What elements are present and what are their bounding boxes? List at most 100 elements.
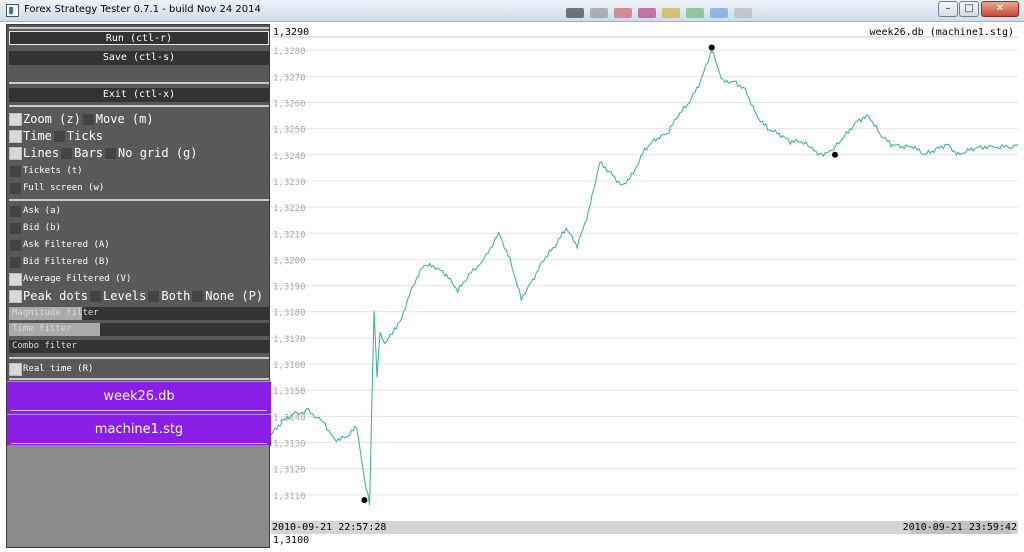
title-decoration: [566, 8, 752, 20]
no-grid-checkbox[interactable]: [104, 146, 118, 160]
bid-checkbox[interactable]: [9, 221, 22, 235]
none-checkbox[interactable]: [191, 289, 205, 303]
lines-label[interactable]: Lines: [23, 146, 59, 160]
y-tick-label: 1,3180: [273, 309, 306, 319]
ask-label[interactable]: Ask (a): [23, 206, 61, 216]
strategy-file-button[interactable]: machine1.stg: [7, 414, 271, 446]
time-label[interactable]: Time: [23, 129, 52, 143]
ask-checkbox[interactable]: [9, 204, 22, 218]
y-tick-label: 1,3220: [273, 204, 306, 214]
ticks-label[interactable]: Ticks: [67, 129, 103, 143]
average-filtered-row: Average Filtered (V): [9, 271, 132, 287]
database-file-button[interactable]: week26.db: [7, 381, 271, 413]
exit-button[interactable]: Exit (ctl-x): [9, 88, 269, 102]
chart-top-value: 1,3290: [273, 27, 310, 38]
close-icon[interactable]: ✕: [981, 1, 1019, 17]
bid-row: Bid (b): [9, 220, 62, 236]
bid-filtered-label[interactable]: Bid Filtered (B): [23, 257, 110, 267]
app-icon: [6, 4, 19, 17]
bars-checkbox[interactable]: [60, 146, 74, 160]
price-series-line: [271, 50, 1018, 506]
real-time-row: Real time (R): [9, 361, 94, 377]
tickets-checkbox[interactable]: [9, 164, 22, 178]
divider: [9, 199, 269, 201]
levels-checkbox[interactable]: [89, 289, 103, 303]
bid-filtered-row: Bid Filtered (B): [9, 254, 111, 270]
time-ticks-row: Time Ticks: [9, 128, 104, 144]
ask-filtered-row: Ask Filtered (A): [9, 237, 111, 253]
y-tick-label: 1,3210: [273, 230, 306, 240]
title-bar: Forex Strategy Tester 0.7.1 - build Nov …: [0, 0, 1024, 22]
y-tick-label: 1,3160: [273, 361, 306, 371]
y-tick-label: 1,3270: [273, 73, 306, 83]
divider: [9, 105, 269, 107]
zoom-move-row: Zoom (z) Move (m): [9, 111, 155, 127]
real-time-checkbox[interactable]: [9, 362, 22, 376]
combo-filter-label: Combo filter: [12, 341, 78, 351]
y-tick-label: 1,3240: [273, 152, 306, 162]
y-tick-label: 1,3260: [273, 99, 306, 109]
magnitude-filter-slider[interactable]: Magnitude filter: [9, 307, 269, 320]
ask-filtered-label[interactable]: Ask Filtered (A): [23, 240, 110, 250]
peak-dot: [361, 497, 368, 504]
y-tick-label: 1,3280: [273, 47, 306, 57]
divider: [9, 378, 269, 380]
no-grid-label[interactable]: No grid (g): [118, 146, 197, 160]
move-label[interactable]: Move (m): [96, 112, 154, 126]
y-tick-label: 1,3170: [273, 335, 306, 345]
zoom-checkbox[interactable]: [9, 112, 22, 126]
divider: [9, 82, 269, 84]
full-screen-label[interactable]: Full screen (w): [23, 183, 104, 193]
full-screen-checkbox[interactable]: [9, 181, 22, 195]
levels-label[interactable]: Levels: [103, 289, 146, 303]
peak-dot: [708, 44, 715, 51]
price-chart[interactable]: 1,3280 1,3270 1,3260 1,3250 1,3240 1,3230 1,32…: [271, 24, 1018, 548]
move-checkbox[interactable]: [81, 112, 95, 126]
y-tick-label: 1,3110: [273, 492, 306, 502]
lines-checkbox[interactable]: [9, 146, 22, 160]
peak-dots-label[interactable]: Peak dots: [23, 289, 88, 303]
ticks-checkbox[interactable]: [52, 129, 66, 143]
both-checkbox[interactable]: [147, 289, 161, 303]
divider: [9, 27, 269, 29]
both-label[interactable]: Both: [161, 289, 190, 303]
ask-row: Ask (a): [9, 203, 62, 219]
control-panel: Run (ctl-r) Save (ctl-s) Exit (ctl-x) Zo…: [6, 24, 271, 548]
peak-dots-checkbox[interactable]: [9, 289, 22, 303]
tickets-label[interactable]: Tickets (t): [23, 166, 83, 176]
ask-filtered-checkbox[interactable]: [9, 238, 22, 252]
average-filtered-label[interactable]: Average Filtered (V): [23, 274, 131, 284]
chart-title: week26.db (machine1.stg): [869, 27, 1015, 38]
maximize-icon[interactable]: □: [959, 1, 979, 17]
divider: [9, 357, 269, 359]
bars-label[interactable]: Bars: [74, 146, 103, 160]
average-filtered-checkbox[interactable]: [9, 272, 22, 286]
chart-area[interactable]: 1,3280 1,3270 1,3260 1,3250 1,3240 1,3230 1,32…: [271, 24, 1018, 548]
run-button[interactable]: Run (ctl-r): [9, 31, 269, 45]
peak-dot: [831, 151, 838, 158]
bid-filtered-checkbox[interactable]: [9, 255, 22, 269]
y-tick-label: 1,3130: [273, 440, 306, 450]
tickets-row: Tickets (t): [9, 163, 84, 179]
minimize-icon[interactable]: –: [938, 1, 958, 17]
y-tick-label: 1,3150: [273, 387, 306, 397]
real-time-label[interactable]: Real time (R): [23, 364, 93, 374]
chart-end-time: 2010-09-21 23:59:42: [902, 522, 1017, 533]
zoom-label[interactable]: Zoom (z): [23, 112, 81, 126]
chart-start-time: 2010-09-21 22:57:28: [272, 522, 387, 533]
bid-label[interactable]: Bid (b): [23, 223, 61, 233]
lines-bars-row: Lines Bars No grid (g): [9, 145, 199, 161]
y-tick-label: 1,3190: [273, 283, 306, 293]
none-label[interactable]: None (P): [205, 289, 263, 303]
save-button[interactable]: Save (ctl-s): [9, 51, 269, 65]
y-tick-label: 1,3200: [273, 256, 306, 266]
y-tick-label: 1,3120: [273, 466, 306, 476]
panel-empty-area: [7, 445, 269, 547]
full-screen-row: Full screen (w): [9, 180, 105, 196]
time-checkbox[interactable]: [9, 129, 22, 143]
chart-bottom-value: 1,3100: [273, 535, 310, 546]
time-filter-slider[interactable]: Time filter: [9, 323, 269, 336]
magnitude-filter-label: Magnitude filter: [12, 308, 99, 318]
combo-filter-slider[interactable]: Combo filter: [9, 340, 269, 353]
y-tick-label: 1,3250: [273, 126, 306, 136]
